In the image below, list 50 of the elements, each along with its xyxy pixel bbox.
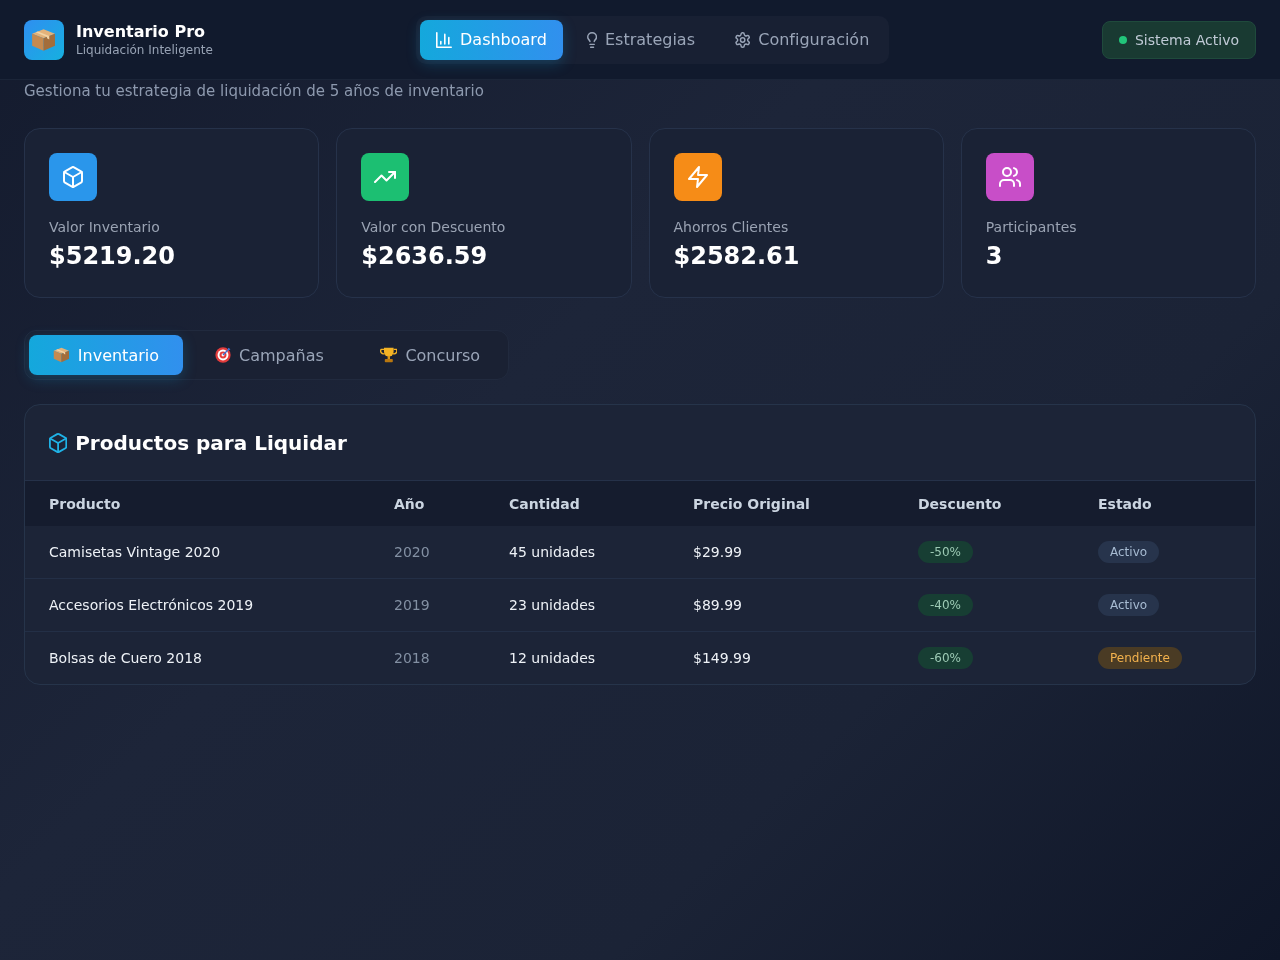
quantity-cell: 23 unidades [485, 578, 669, 632]
column-header: Precio Original [669, 481, 894, 526]
status-badge: Pendiente [1098, 647, 1182, 669]
settings-icon [734, 31, 751, 48]
target-icon [215, 347, 231, 363]
app-title: Inventario Pro [76, 21, 206, 42]
page-subtitle: Gestiona tu estrategia de liquidación de 5 años de inventario [24, 81, 485, 101]
stat-value: $2582.61 [673, 241, 801, 271]
stat-value: $5219.20 [49, 241, 176, 271]
column-header: Estado [1074, 481, 1255, 526]
column-header: Producto [25, 481, 370, 526]
stat-label: Valor con Descuento [361, 218, 507, 236]
status-badge: Activo [1098, 541, 1160, 563]
stat-value: 3 [985, 241, 1004, 271]
price-cell: $149.99 [669, 631, 894, 684]
stat-label: Ahorros Clientes [673, 218, 790, 236]
nav-button[interactable]: Configuración [718, 19, 886, 60]
year-cell: 2019 [370, 578, 485, 632]
column-header: Año [370, 481, 485, 526]
panel-title: Productos para Liquidar [75, 429, 347, 456]
product-cell: Bolsas de Cuero 2018 [25, 631, 370, 684]
stat-label: Valor Inventario [49, 218, 161, 236]
tab[interactable]: Campañas [191, 335, 348, 375]
year-cell: 2018 [370, 631, 485, 684]
box-icon [53, 347, 70, 363]
discount-badge: -40% [918, 594, 973, 616]
nav-button[interactable]: Estrategias [570, 19, 711, 60]
bar-chart-icon [436, 31, 452, 48]
status-dot-icon [1118, 35, 1127, 44]
product-cell: Accesorios Electrónicos 2019 [25, 578, 370, 632]
cube-icon [49, 432, 68, 453]
year-cell: 2020 [370, 526, 485, 579]
status-badge: Activo [1098, 594, 1160, 616]
lightbulb-icon [586, 31, 597, 48]
system-status-label: Sistema Activo [1134, 31, 1239, 48]
quantity-cell: 12 unidades [485, 631, 669, 684]
box-logo-icon [24, 19, 64, 60]
product-cell: Camisetas Vintage 2020 [25, 526, 370, 579]
stat-value: $2636.59 [361, 241, 489, 271]
column-header: Cantidad [485, 481, 669, 526]
tab[interactable]: Concurso [355, 335, 505, 375]
app-subtitle: Liquidación Inteligente [76, 42, 213, 58]
column-header: Descuento [894, 481, 1074, 526]
price-cell: $89.99 [669, 578, 894, 632]
trophy-icon [379, 347, 398, 363]
stat-label: Participantes [985, 218, 1078, 236]
price-cell: $29.99 [669, 526, 894, 579]
quantity-cell: 45 unidades [485, 526, 669, 579]
discount-badge: -50% [918, 541, 973, 563]
discount-badge: -60% [918, 647, 973, 669]
